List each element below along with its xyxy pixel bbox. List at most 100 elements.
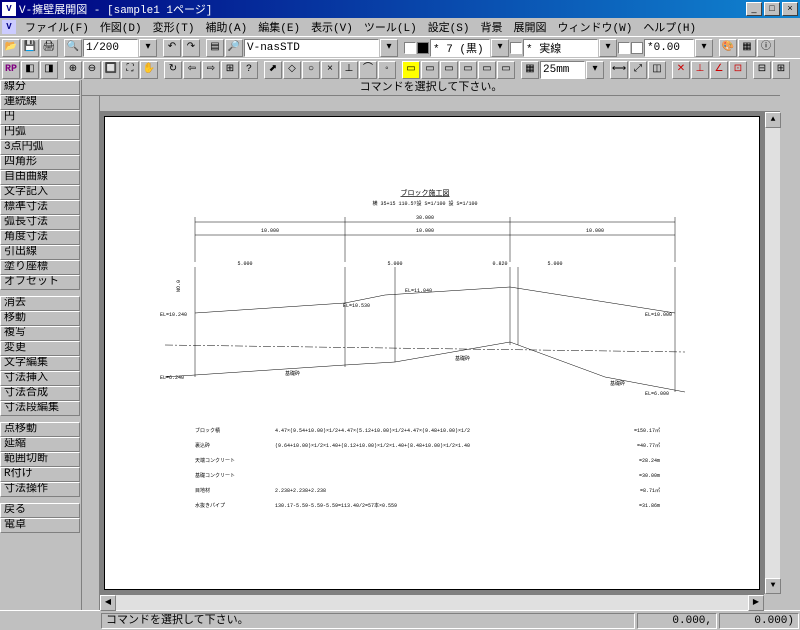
pan-icon[interactable]: ✋: [140, 61, 158, 79]
linestyle-combo[interactable]: [523, 39, 598, 57]
menu-file[interactable]: ファイル(F): [20, 18, 94, 36]
style-dropdown[interactable]: ▾: [380, 39, 398, 57]
minimize-button[interactable]: _: [746, 2, 762, 16]
zoom-window-icon[interactable]: 🔲: [102, 61, 120, 79]
scroll-right-icon[interactable]: ▶: [748, 595, 764, 611]
dim-a-icon[interactable]: ⟷: [610, 61, 628, 79]
tool-a[interactable]: ◧: [21, 61, 39, 79]
menu-expand[interactable]: 展開図: [509, 18, 552, 36]
linestyle-dropdown[interactable]: ▾: [599, 39, 617, 57]
scroll-up-icon[interactable]: ▲: [765, 112, 781, 128]
search-icon[interactable]: 🔎: [225, 39, 243, 57]
scale-input[interactable]: [83, 39, 138, 57]
save-icon[interactable]: 💾: [21, 39, 39, 57]
menu-transform[interactable]: 変形(T): [148, 18, 200, 36]
cmd-線分[interactable]: 線分: [0, 80, 80, 95]
add-icon[interactable]: ⊞: [221, 61, 239, 79]
vertical-scrollbar[interactable]: ▲ ▼: [764, 112, 780, 594]
rp-icon[interactable]: RP: [2, 61, 20, 79]
menu-draw[interactable]: 作図(D): [95, 18, 147, 36]
layer-5-icon[interactable]: ▭: [478, 61, 496, 79]
menu-window[interactable]: ウィンドウ(W): [553, 18, 638, 36]
cmd-四角形[interactable]: 四角形: [0, 155, 80, 170]
cmd-弧長寸法[interactable]: 弧長寸法: [0, 215, 80, 230]
zoom-out-icon[interactable]: ⊖: [83, 61, 101, 79]
cmd-範囲切断[interactable]: 範囲切断: [0, 452, 80, 467]
red-b-icon[interactable]: ⊥: [691, 61, 709, 79]
cmd-角度寸法[interactable]: 角度寸法: [0, 230, 80, 245]
cmd-標準寸法[interactable]: 標準寸法: [0, 200, 80, 215]
help-icon[interactable]: ?: [240, 61, 258, 79]
snap-mid-icon[interactable]: ◇: [283, 61, 301, 79]
red-d-icon[interactable]: ⊡: [729, 61, 747, 79]
cmd-連続線[interactable]: 連続線: [0, 95, 80, 110]
dim-c-icon[interactable]: ◫: [648, 61, 666, 79]
layer-3-icon[interactable]: ▭: [440, 61, 458, 79]
cmd-延縮[interactable]: 延縮: [0, 437, 80, 452]
menu-view[interactable]: 表示(V): [306, 18, 358, 36]
maximize-button[interactable]: □: [764, 2, 780, 16]
menu-background[interactable]: 背景: [476, 18, 508, 36]
close-button[interactable]: ×: [782, 2, 798, 16]
scroll-left-icon[interactable]: ◀: [100, 595, 116, 611]
color-combo[interactable]: [430, 39, 490, 57]
cfg-b-icon[interactable]: ⊞: [772, 61, 790, 79]
grid-icon[interactable]: ▦: [738, 39, 756, 57]
grid-toggle-icon[interactable]: ▦: [521, 61, 539, 79]
cmd-塗り座標[interactable]: 塗り座標: [0, 260, 80, 275]
layer-6-icon[interactable]: ▭: [497, 61, 515, 79]
cmd-寸法操作[interactable]: 寸法操作: [0, 482, 80, 497]
menu-settings[interactable]: 設定(S): [423, 18, 475, 36]
menu-tool[interactable]: ツール(L): [359, 18, 422, 36]
cmd-文字記入[interactable]: 文字記入: [0, 185, 80, 200]
dim-b-icon[interactable]: ⤢: [629, 61, 647, 79]
snap-value[interactable]: [540, 61, 585, 79]
open-icon[interactable]: 📂: [2, 39, 20, 57]
redo-icon[interactable]: ↷: [182, 39, 200, 57]
drawing-canvas[interactable]: ブロック施工図 横 35+15 110.5?設 S=1/100 設 S=1/10…: [104, 116, 760, 590]
scroll-down-icon[interactable]: ▼: [765, 578, 781, 594]
zoom-in-icon[interactable]: ⊕: [64, 61, 82, 79]
fwd-icon[interactable]: ⇨: [202, 61, 220, 79]
color-dropdown[interactable]: ▾: [491, 39, 509, 57]
cmd-移動[interactable]: 移動: [0, 311, 80, 326]
snap-cen-icon[interactable]: ○: [302, 61, 320, 79]
snap-near-icon[interactable]: ◦: [378, 61, 396, 79]
color-checkbox[interactable]: [404, 42, 416, 54]
print-icon[interactable]: 🖨: [40, 39, 58, 57]
cmd-3点円弧[interactable]: 3点円弧: [0, 140, 80, 155]
cmd-引出線[interactable]: 引出線: [0, 245, 80, 260]
snap-dropdown[interactable]: ▾: [586, 61, 604, 79]
snap-int-icon[interactable]: ×: [321, 61, 339, 79]
cfg-a-icon[interactable]: ⊟: [753, 61, 771, 79]
menu-edit[interactable]: 編集(E): [253, 18, 305, 36]
layer-1-icon[interactable]: ▭: [402, 61, 420, 79]
cmd-オフセット[interactable]: オフセット: [0, 275, 80, 290]
refresh-icon[interactable]: ↻: [164, 61, 182, 79]
undo-icon[interactable]: ↶: [163, 39, 181, 57]
red-a-icon[interactable]: ✕: [672, 61, 690, 79]
layer-icon[interactable]: ▤: [206, 39, 224, 57]
linewidth-dropdown[interactable]: ▾: [695, 39, 713, 57]
cmd-戻る[interactable]: 戻る: [0, 503, 80, 518]
layer-2-icon[interactable]: ▭: [421, 61, 439, 79]
linestyle-checkbox[interactable]: [510, 42, 522, 54]
linewidth-checkbox[interactable]: [618, 42, 630, 54]
palette-icon[interactable]: 🎨: [719, 39, 737, 57]
scale-dropdown[interactable]: ▾: [139, 39, 157, 57]
linewidth-combo[interactable]: [644, 39, 694, 57]
cmd-円[interactable]: 円: [0, 110, 80, 125]
cmd-寸法段編集[interactable]: 寸法段編集: [0, 401, 80, 416]
menu-help[interactable]: ヘルプ(H): [638, 18, 701, 36]
cmd-寸法合成[interactable]: 寸法合成: [0, 386, 80, 401]
cmd-電卓[interactable]: 電卓: [0, 518, 80, 533]
preview-icon[interactable]: 🔍: [64, 39, 82, 57]
snap-end-icon[interactable]: ⬈: [264, 61, 282, 79]
cmd-寸法挿入[interactable]: 寸法挿入: [0, 371, 80, 386]
red-c-icon[interactable]: ∠: [710, 61, 728, 79]
snap-perp-icon[interactable]: ⊥: [340, 61, 358, 79]
cmd-自由曲線[interactable]: 自由曲線: [0, 170, 80, 185]
cmd-文字編集[interactable]: 文字編集: [0, 356, 80, 371]
snap-tan-icon[interactable]: ⌒: [359, 61, 377, 79]
cmd-複写[interactable]: 複写: [0, 326, 80, 341]
